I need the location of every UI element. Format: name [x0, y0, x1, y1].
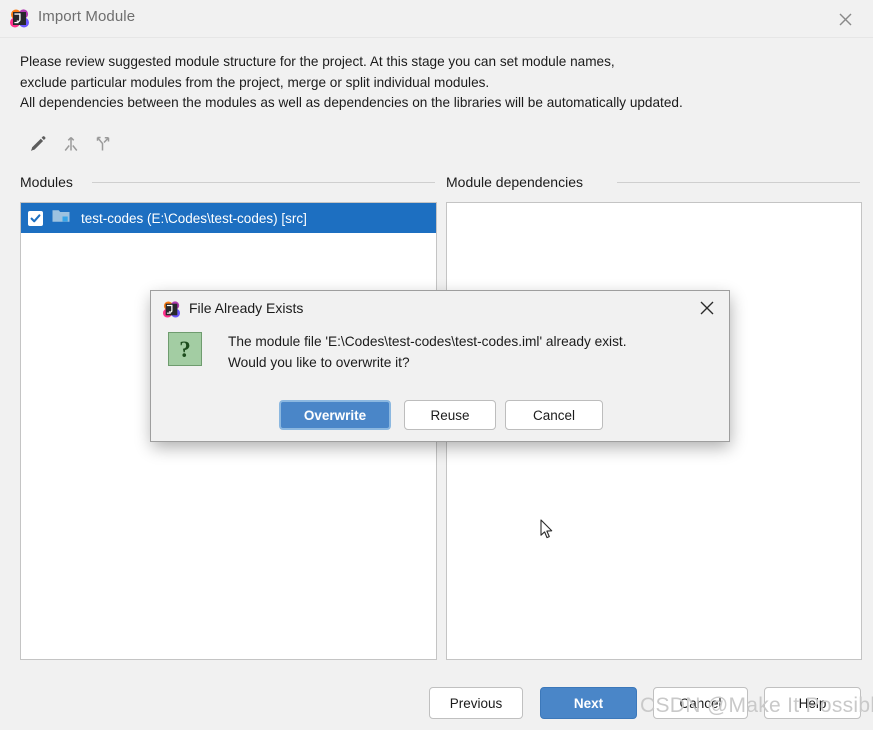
- modal-title: File Already Exists: [189, 300, 303, 316]
- table-row[interactable]: test-codes (E:\Codes\test-codes) [src]: [21, 203, 436, 233]
- window-titlebar: Import Module: [0, 0, 873, 38]
- window-title: Import Module: [38, 8, 135, 25]
- dependencies-section-divider: [617, 182, 860, 183]
- folder-icon: [52, 208, 70, 228]
- modal-cancel-button[interactable]: Cancel: [505, 400, 603, 430]
- split-arrows-icon[interactable]: [89, 130, 117, 158]
- intellij-idea-logo: [163, 301, 180, 318]
- description-line-2: exclude particular modules from the proj…: [20, 73, 860, 94]
- pencil-edit-icon[interactable]: [24, 130, 52, 158]
- modules-section-divider: [92, 182, 435, 183]
- reuse-button[interactable]: Reuse: [404, 400, 496, 430]
- description-line-3: All dependencies between the modules as …: [20, 93, 860, 114]
- next-button[interactable]: Next: [540, 687, 637, 719]
- merge-arrows-icon[interactable]: [57, 130, 85, 158]
- cancel-button[interactable]: Cancel: [653, 687, 748, 719]
- help-button[interactable]: Help: [764, 687, 861, 719]
- import-module-dialog: Import Module Please review suggested mo…: [0, 0, 873, 730]
- dependencies-section-label: Module dependencies: [446, 174, 583, 190]
- question-mark-icon: ?: [168, 332, 202, 366]
- module-label: test-codes (E:\Codes\test-codes) [src]: [81, 211, 307, 226]
- module-toolbar: [24, 130, 224, 160]
- modules-section-label: Modules: [20, 174, 73, 190]
- file-already-exists-dialog: File Already Exists ? The module file 'E…: [150, 290, 730, 442]
- close-icon[interactable]: [823, 3, 867, 35]
- modal-message-line-1: The module file 'E:\Codes\test-codes\tes…: [228, 331, 718, 352]
- overwrite-button[interactable]: Overwrite: [279, 400, 391, 430]
- description-line-1: Please review suggested module structure…: [20, 52, 860, 73]
- module-checkbox[interactable]: [28, 211, 43, 226]
- modal-message-line-2: Would you like to overwrite it?: [228, 352, 718, 373]
- intellij-idea-logo: [10, 9, 29, 28]
- previous-button[interactable]: Previous: [429, 687, 523, 719]
- close-icon[interactable]: [689, 294, 725, 322]
- description-text: Please review suggested module structure…: [20, 52, 860, 114]
- modal-message: The module file 'E:\Codes\test-codes\tes…: [228, 331, 718, 373]
